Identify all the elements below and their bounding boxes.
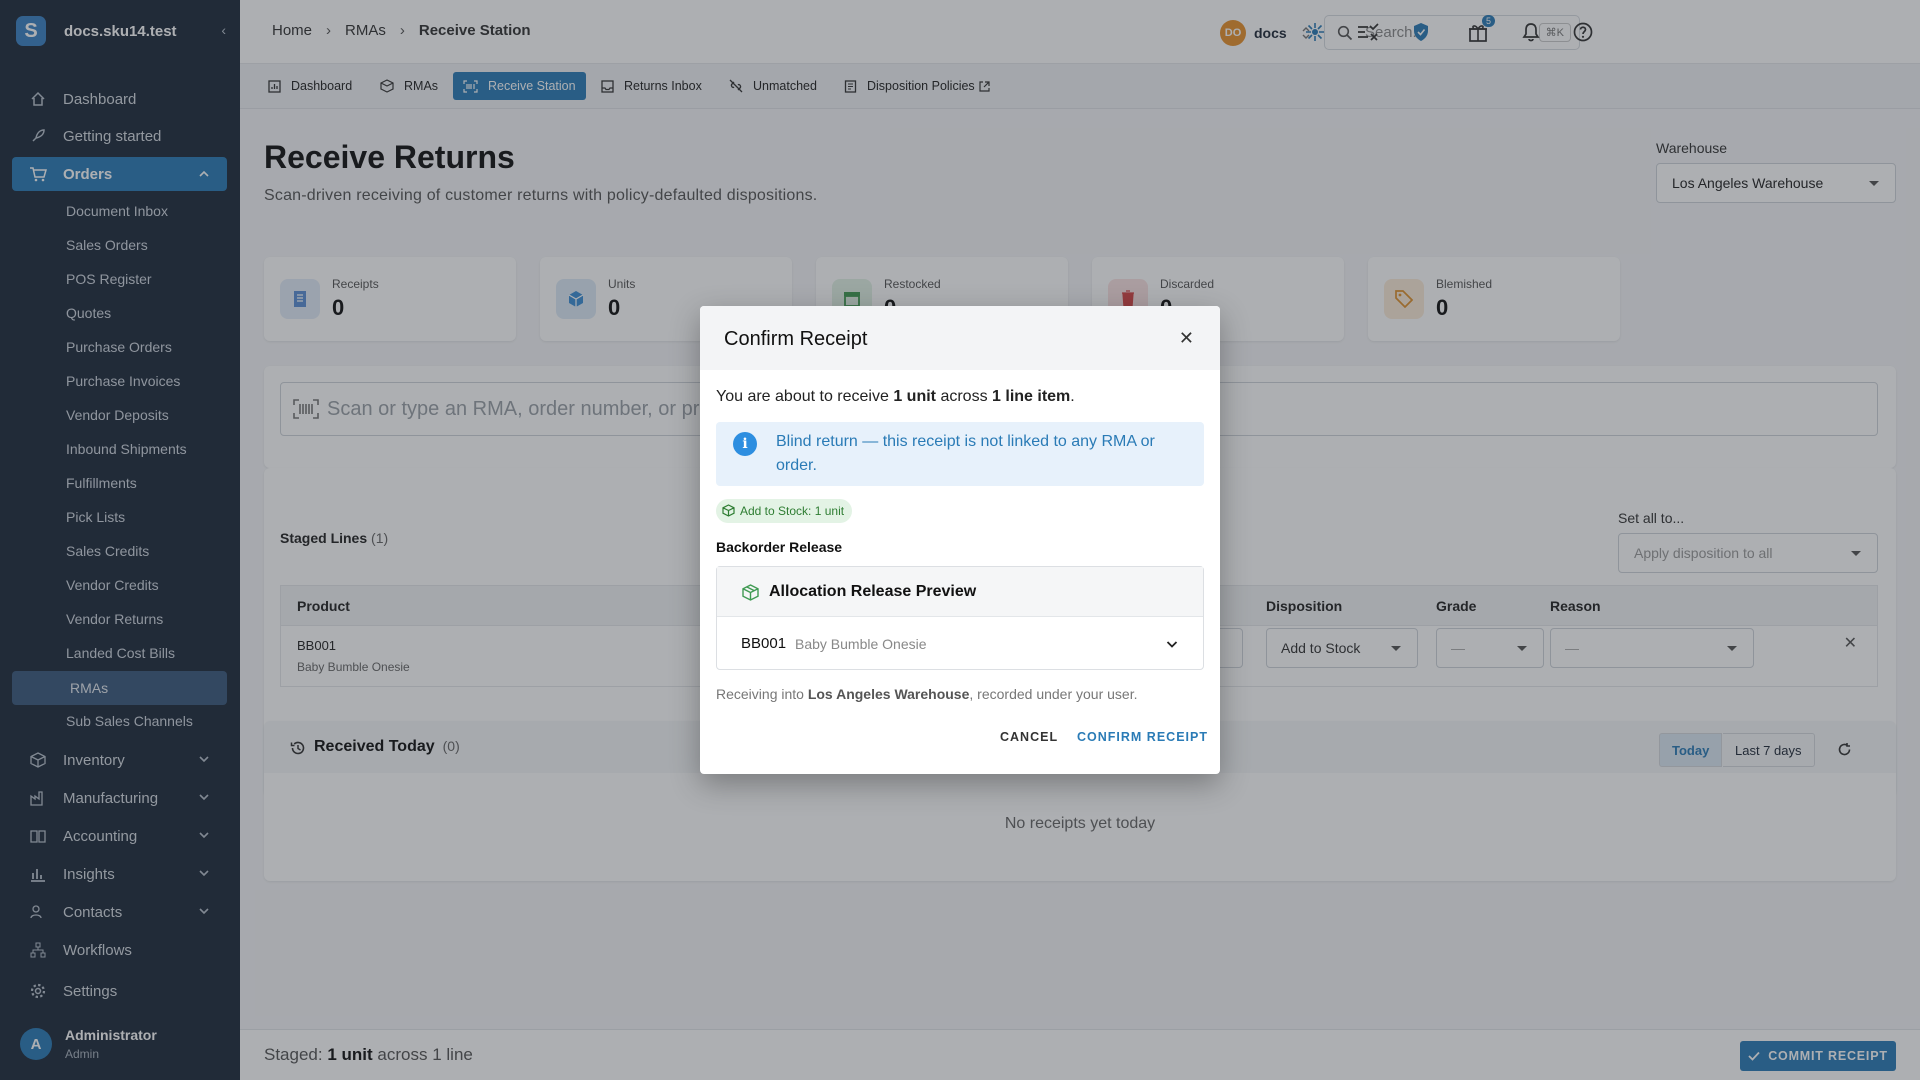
chip-label: Add to Stock: 1 unit — [740, 504, 845, 518]
allocation-header: Allocation Release Preview — [717, 567, 1203, 617]
package-icon — [742, 584, 759, 601]
summary-items: 1 line item — [992, 388, 1071, 405]
note-post: , recorded under your user. — [969, 686, 1138, 702]
alert-text: Blind return — this receipt is not linke… — [776, 433, 1155, 474]
summary-mid: across — [940, 388, 988, 405]
allocation-release-preview: Allocation Release Preview BB001 Baby Bu… — [716, 566, 1204, 670]
dialog-header: Confirm Receipt ✕ — [700, 306, 1220, 370]
dialog-summary: You are about to receive 1 unit across 1… — [716, 388, 1075, 406]
dialog-title: Confirm Receipt — [724, 328, 868, 350]
backorder-release-label: Backorder Release — [716, 539, 843, 555]
blind-return-alert: i Blind return — this receipt is not lin… — [716, 422, 1204, 486]
chevron-down-icon[interactable] — [1165, 637, 1179, 651]
note-pre: Receiving into — [716, 686, 804, 702]
close-icon[interactable]: ✕ — [1179, 328, 1194, 349]
receiving-note: Receiving into Los Angeles Warehouse, re… — [716, 686, 1138, 702]
summary-units: 1 unit — [893, 388, 936, 405]
allocation-product-name: Baby Bumble Onesie — [795, 636, 927, 652]
allocation-title: Allocation Release Preview — [769, 583, 977, 600]
allocation-sku: BB001 — [741, 635, 787, 652]
summary-pre: You are about to receive — [716, 388, 889, 405]
confirm-receipt-dialog: Confirm Receipt ✕ You are about to recei… — [700, 306, 1220, 774]
box-icon — [722, 504, 735, 517]
confirm-receipt-button[interactable]: CONFIRM RECEIPT — [1077, 730, 1208, 744]
note-warehouse: Los Angeles Warehouse — [807, 686, 970, 702]
summary-end: . — [1070, 388, 1075, 405]
info-icon: i — [733, 432, 757, 456]
disposition-chip: Add to Stock: 1 unit — [716, 499, 853, 523]
cancel-button[interactable]: CANCEL — [1000, 730, 1058, 744]
